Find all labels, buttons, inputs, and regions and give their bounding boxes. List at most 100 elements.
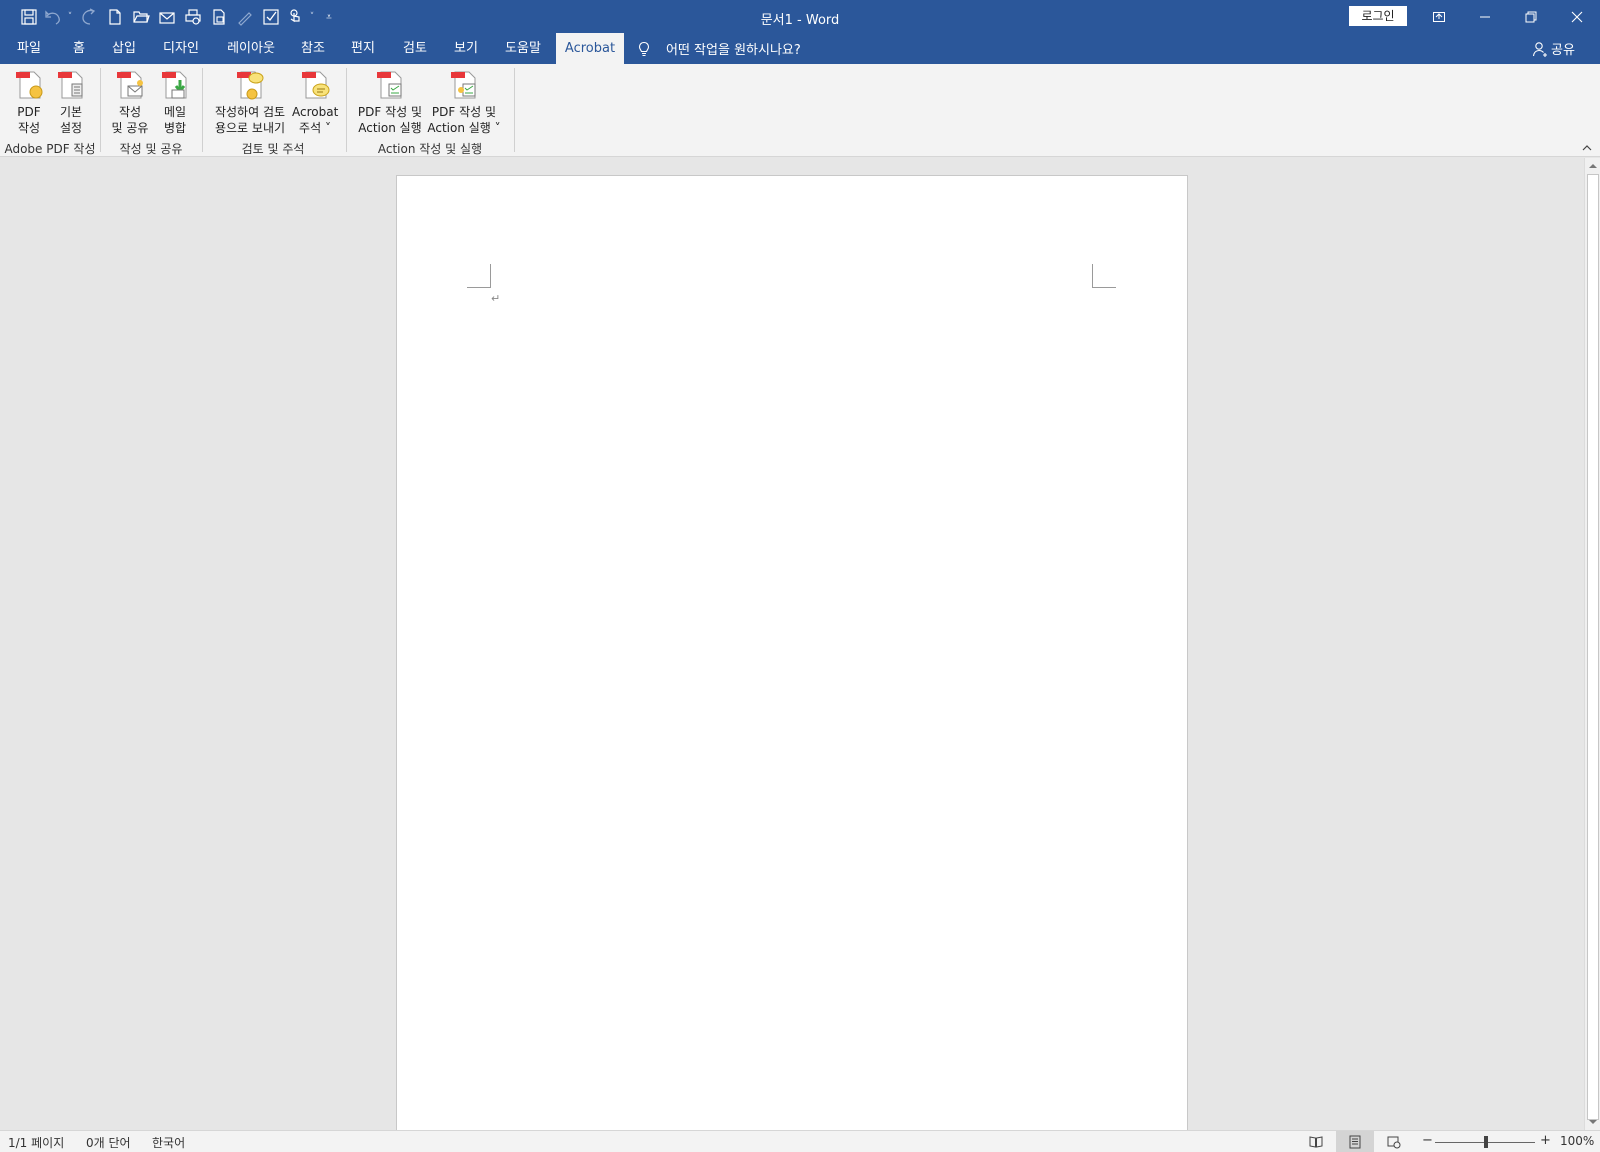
tab-design[interactable]: 디자인 (156, 33, 206, 64)
create-pdf-run-action-dropdown[interactable]: PDF 작성 및 Action 실행 ˅ (426, 68, 502, 136)
run-action-dropdown-label: PDF 작성 및 Action 실행 ˅ (427, 105, 501, 135)
zoom-slider-thumb[interactable] (1484, 1136, 1488, 1148)
tab-mailings[interactable]: 편지 (344, 33, 382, 64)
email-icon[interactable] (154, 5, 180, 29)
preferences-button[interactable]: 기본 설정 (51, 68, 91, 136)
group-separator (346, 68, 347, 152)
touch-mode-icon[interactable] (284, 5, 306, 29)
lightbulb-icon (638, 41, 650, 56)
send-for-review-button[interactable]: 작성하여 검토 용으로 보내기 (208, 68, 292, 136)
paragraph-mark: ↵ (491, 292, 501, 305)
document-area[interactable]: ↵ (0, 158, 1584, 1130)
send-review-icon (233, 68, 267, 102)
ribbon-tabs: 파일 홈 삽입 디자인 레이아웃 참조 편지 검토 보기 도움말 Acrobat… (0, 33, 1600, 64)
create-pdf-button[interactable]: PDF 작성 (9, 68, 49, 136)
crop-mark-top-left (467, 264, 491, 288)
print-preview-icon[interactable] (180, 5, 206, 29)
zoom-level[interactable]: 100% (1560, 1134, 1594, 1148)
minimize-icon (1480, 16, 1490, 17)
scroll-thumb[interactable] (1587, 174, 1599, 1120)
word-count[interactable]: 0개 단어 (86, 1134, 131, 1151)
draw-icon[interactable] (232, 5, 258, 29)
language-indicator[interactable]: 한국어 (152, 1134, 185, 1151)
share-label: 공유 (1551, 43, 1575, 58)
zoom-in-button[interactable]: + (1540, 1133, 1551, 1148)
tab-home[interactable]: 홈 (62, 33, 96, 64)
run-action-dropdown-icon (447, 68, 481, 102)
group-separator (100, 68, 101, 152)
run-action-label: PDF 작성 및 Action 실행 (357, 105, 423, 135)
title-bar: ˅ ˅ ⩡ 문서1 - Word 로그인 (0, 0, 1600, 33)
ribbon-display-icon (1433, 11, 1445, 22)
spelling-icon[interactable] (258, 5, 284, 29)
tab-help[interactable]: 도움말 (498, 33, 548, 64)
group-separator (514, 68, 515, 152)
group-label-action: Action 작성 및 실행 (377, 142, 483, 156)
document-page[interactable]: ↵ (396, 175, 1188, 1130)
touch-mode-dropdown-icon[interactable]: ˅ (306, 5, 318, 29)
customize-qat-icon[interactable]: ⩡ (318, 5, 340, 29)
tab-review[interactable]: 검토 (396, 33, 434, 64)
tab-view[interactable]: 보기 (446, 33, 486, 64)
open-folder-icon[interactable] (128, 5, 154, 29)
create-and-share-button[interactable]: 작성 및 공유 (106, 68, 154, 136)
create-pdf-icon (12, 68, 46, 102)
share-button[interactable]: 공유 (1532, 33, 1575, 64)
ribbon-acrobat: PDF 작성 기본 설정 Adobe PDF 작성 작성 및 공유 메일 병합 … (0, 64, 1600, 157)
tab-insert[interactable]: 삽입 (106, 33, 142, 64)
undo-icon[interactable] (42, 5, 64, 29)
restore-icon (1525, 11, 1537, 22)
group-label-review-comments: 검토 및 주석 (241, 142, 305, 156)
quick-access-toolbar: ˅ ˅ ⩡ (16, 5, 340, 29)
minimize-button[interactable] (1462, 0, 1508, 33)
ribbon-display-options-button[interactable] (1416, 0, 1462, 33)
print-layout-icon (1349, 1135, 1361, 1149)
vertical-scrollbar[interactable] (1584, 158, 1600, 1130)
save-icon[interactable] (16, 5, 42, 29)
redo-icon[interactable] (76, 5, 102, 29)
preferences-label: 기본 설정 (59, 105, 83, 135)
preferences-icon (54, 68, 88, 102)
page-count[interactable]: 1/1 페이지 (8, 1134, 64, 1151)
tab-acrobat[interactable]: Acrobat (556, 33, 624, 64)
read-mode-icon (1309, 1136, 1323, 1148)
status-bar: 1/1 페이지 0개 단어 한국어 − + 100% (0, 1130, 1600, 1152)
new-document-icon[interactable] (102, 5, 128, 29)
scroll-down-icon[interactable] (1587, 1116, 1599, 1128)
tab-references[interactable]: 참조 (294, 33, 332, 64)
collapse-ribbon-icon[interactable] (1581, 142, 1593, 154)
group-label-create-share: 작성 및 공유 (119, 142, 183, 156)
restore-button[interactable] (1508, 0, 1554, 33)
zoom-out-button[interactable]: − (1422, 1133, 1433, 1148)
create-pdf-run-action-button[interactable]: PDF 작성 및 Action 실행 (352, 68, 428, 136)
close-icon (1571, 11, 1583, 22)
create-share-icon (113, 68, 147, 102)
undo-dropdown-icon[interactable]: ˅ (64, 5, 76, 29)
print-layout-button[interactable] (1336, 1131, 1374, 1152)
send-review-label: 작성하여 검토 용으로 보내기 (214, 105, 286, 135)
tab-file[interactable]: 파일 (8, 33, 50, 64)
web-layout-icon (1387, 1136, 1401, 1149)
acrobat-comments-button[interactable]: Acrobat 주석 ˅ (292, 68, 338, 136)
close-button[interactable] (1554, 0, 1600, 33)
tab-layout[interactable]: 레이아웃 (220, 33, 282, 64)
quick-print-icon[interactable] (206, 5, 232, 29)
run-action-icon (373, 68, 407, 102)
group-label-adobe-pdf: Adobe PDF 작성 (4, 142, 96, 156)
crop-mark-top-right (1092, 264, 1116, 288)
read-mode-button[interactable] (1297, 1131, 1335, 1152)
mail-merge-button[interactable]: 메일 병합 (155, 68, 195, 136)
web-layout-button[interactable] (1375, 1131, 1413, 1152)
acrobat-comments-icon (298, 68, 332, 102)
mail-merge-label: 메일 병합 (163, 105, 187, 135)
scroll-up-icon[interactable] (1587, 160, 1599, 172)
create-pdf-label: PDF 작성 (17, 105, 41, 135)
login-button[interactable]: 로그인 (1349, 6, 1407, 26)
tell-me-search[interactable]: 어떤 작업을 원하시나요? (636, 33, 801, 64)
group-separator (202, 68, 203, 152)
acrobat-comments-label: Acrobat 주석 ˅ (292, 105, 339, 135)
create-share-label: 작성 및 공유 (111, 105, 149, 135)
mail-merge-icon (158, 68, 192, 102)
tell-me-text: 어떤 작업을 원하시나요? (666, 43, 801, 58)
person-icon (1532, 41, 1547, 57)
